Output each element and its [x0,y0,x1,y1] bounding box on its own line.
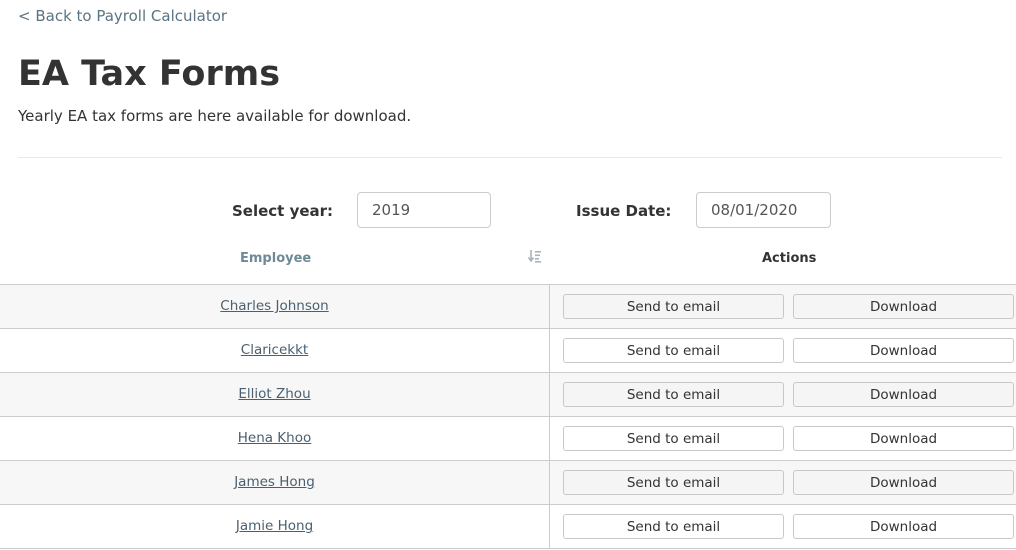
employee-link[interactable]: Hena Khoo [0,417,550,460]
employee-column-header[interactable]: Employee [240,251,311,266]
page-title: EA Tax Forms [18,54,281,94]
page-subtitle: Yearly EA tax forms are here available f… [18,107,412,125]
employee-link[interactable]: Charles Johnson [0,285,550,328]
actions-column-header: Actions [762,251,817,266]
year-input[interactable] [357,192,491,228]
employee-link[interactable]: Jamie Hong [0,505,550,548]
issue-date-label: Issue Date: [576,202,672,220]
sort-descending-icon[interactable] [527,248,542,267]
divider [18,157,1002,158]
table-row: Hena Khoo Send to email Download [0,417,1016,461]
download-button[interactable]: Download [793,514,1014,539]
send-to-email-button[interactable]: Send to email [563,338,784,363]
table-row: Claricekkt Send to email Download [0,329,1016,373]
send-to-email-button[interactable]: Send to email [563,514,784,539]
send-to-email-button[interactable]: Send to email [563,294,784,319]
employee-link[interactable]: Claricekkt [0,329,550,372]
table-row: Elliot Zhou Send to email Download [0,373,1016,417]
download-button[interactable]: Download [793,382,1014,407]
download-button[interactable]: Download [793,338,1014,363]
send-to-email-button[interactable]: Send to email [563,382,784,407]
employee-link[interactable]: Elliot Zhou [0,373,550,416]
employee-table: Charles Johnson Send to email Download Cl… [0,284,1016,549]
download-button[interactable]: Download [793,470,1014,495]
download-button[interactable]: Download [793,294,1014,319]
table-row: Jamie Hong Send to email Download [0,505,1016,549]
employee-link[interactable]: James Hong [0,461,550,504]
download-button[interactable]: Download [793,426,1014,451]
issue-date-input[interactable] [696,192,831,228]
back-to-payroll-link[interactable]: < Back to Payroll Calculator [18,7,227,25]
select-year-label: Select year: [232,202,334,220]
table-row: Charles Johnson Send to email Download [0,285,1016,329]
send-to-email-button[interactable]: Send to email [563,470,784,495]
send-to-email-button[interactable]: Send to email [563,426,784,451]
table-row: James Hong Send to email Download [0,461,1016,505]
